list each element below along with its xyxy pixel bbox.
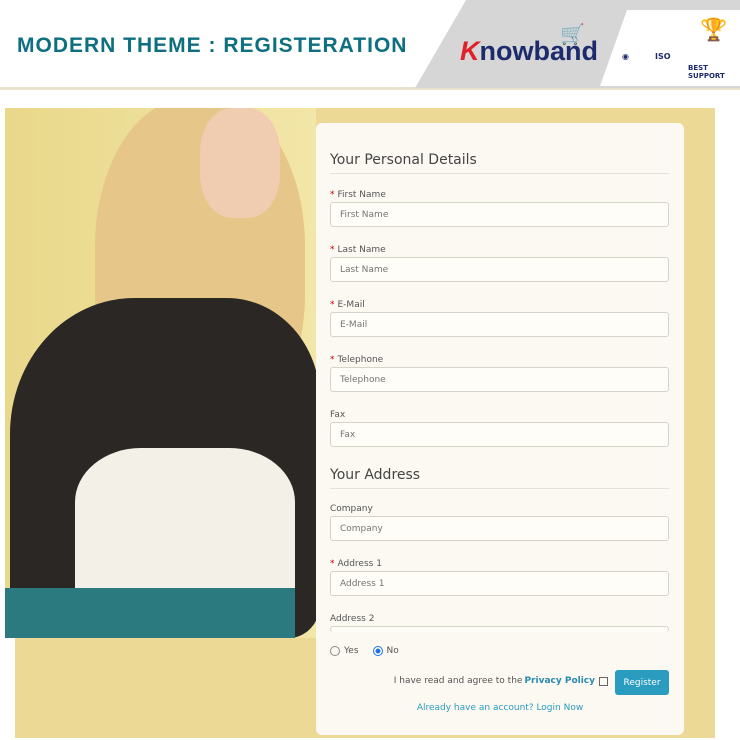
radio-yes-label: Yes bbox=[344, 646, 359, 656]
required-mark: * bbox=[330, 300, 335, 310]
field-label: Fax bbox=[330, 410, 345, 420]
radio-no-label: No bbox=[386, 646, 399, 656]
company-input[interactable] bbox=[330, 516, 669, 541]
model-photo bbox=[5, 108, 316, 638]
radio-yes[interactable] bbox=[330, 646, 340, 656]
login-link[interactable]: Already have an account? Login Now bbox=[316, 703, 684, 713]
last-name-input[interactable] bbox=[330, 257, 669, 282]
field-label: * Telephone bbox=[330, 355, 383, 365]
agree-text: I have read and agree to the bbox=[393, 676, 523, 686]
field-label: Company bbox=[330, 504, 373, 514]
privacy-agreement: I have read and agree to the Privacy Pol… bbox=[394, 676, 608, 686]
label-text: Telephone bbox=[337, 355, 384, 365]
field-label: * Address 1 bbox=[330, 559, 382, 569]
register-button[interactable]: Register bbox=[615, 670, 669, 695]
newsletter-radio-group: Yes No bbox=[330, 646, 399, 656]
page-title: MODERN THEME : REGISTERATION bbox=[17, 34, 408, 57]
label-text: First Name bbox=[337, 190, 386, 200]
privacy-checkbox[interactable] bbox=[599, 676, 608, 686]
field-label: * Last Name bbox=[330, 245, 386, 255]
cart-icon: 🛒 bbox=[560, 22, 585, 46]
registration-form: Your Personal Details Your Address Yes N… bbox=[316, 123, 684, 735]
trophy-icon: 🏆 bbox=[700, 18, 728, 43]
label-text: Last Name bbox=[337, 245, 386, 255]
address-2-input[interactable] bbox=[330, 626, 669, 632]
required-mark: * bbox=[330, 245, 335, 255]
required-mark: * bbox=[330, 190, 335, 200]
required-mark: * bbox=[330, 559, 335, 569]
label-text: Fax bbox=[330, 410, 346, 420]
field-label: Address 2 bbox=[330, 614, 374, 624]
seal-icon: ◉ bbox=[622, 52, 629, 61]
iso-badge: ISO bbox=[655, 52, 671, 61]
required-mark: * bbox=[330, 355, 335, 365]
best-support-badge: BEST SUPPORT bbox=[688, 64, 725, 80]
label-text: Address 2 bbox=[330, 614, 375, 624]
radio-no[interactable] bbox=[372, 646, 383, 656]
address-1-input[interactable] bbox=[330, 571, 669, 596]
e-mail-input[interactable] bbox=[330, 312, 669, 337]
privacy-policy-link[interactable]: Privacy Policy bbox=[524, 676, 595, 686]
field-label: * E-Mail bbox=[330, 300, 365, 310]
label-text: Address 1 bbox=[337, 559, 382, 569]
telephone-input[interactable] bbox=[330, 367, 669, 392]
field-label: * First Name bbox=[330, 190, 386, 200]
label-text: Company bbox=[330, 504, 373, 514]
personal-details-heading: Your Personal Details bbox=[330, 152, 669, 174]
fax-input[interactable] bbox=[330, 422, 669, 447]
address-heading: Your Address bbox=[330, 467, 669, 489]
label-text: E-Mail bbox=[337, 300, 365, 310]
first-name-input[interactable] bbox=[330, 202, 669, 227]
